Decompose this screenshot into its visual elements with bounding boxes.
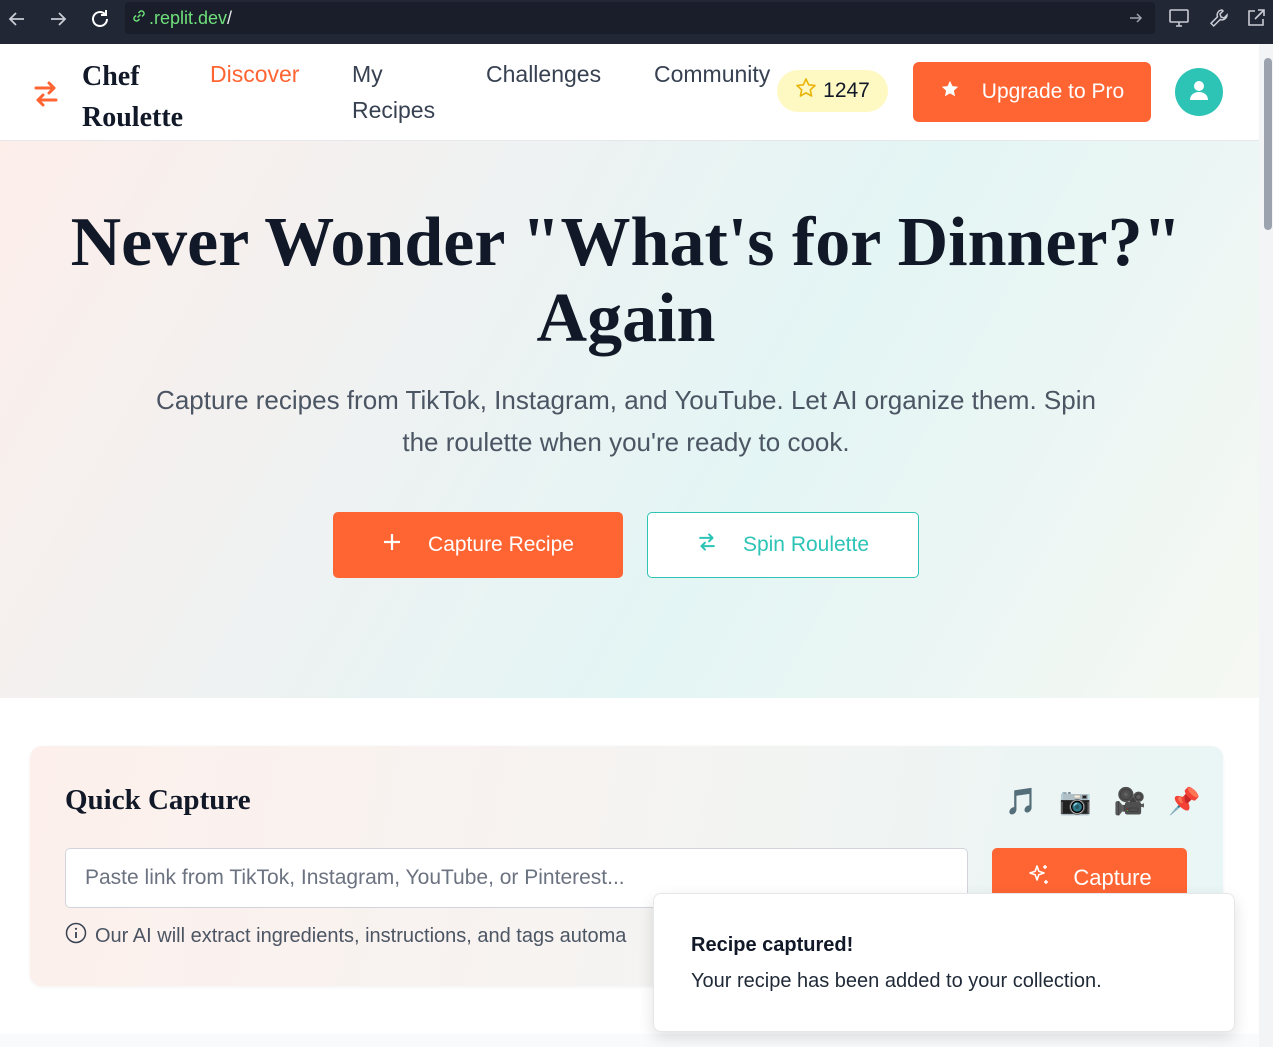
user-icon [1187, 78, 1211, 107]
nav-challenges[interactable]: Challenges [486, 56, 601, 92]
nav-my-recipes[interactable]: My Recipes [352, 56, 462, 128]
ai-note-text: Our AI will extract ingredients, instruc… [95, 924, 627, 947]
capture-recipe-button[interactable]: Capture Recipe [333, 512, 623, 578]
site-header: Chef Roulette Discover My Recipes Challe… [0, 44, 1259, 141]
hero-title-line-1: Never Wonder "What's for Dinner?" [70, 204, 1182, 281]
spin-roulette-label: Spin Roulette [742, 533, 870, 556]
camera-icon: 📷 [1059, 786, 1092, 816]
quick-capture-title: Quick Capture [65, 784, 251, 816]
spin-roulette-button[interactable]: Spin Roulette [647, 512, 919, 578]
toast-title: Recipe captured! [691, 934, 854, 956]
browser-toolbar: .replit.dev / [0, 0, 1273, 44]
back-icon[interactable] [4, 6, 30, 32]
capture-recipe-label: Capture Recipe [428, 533, 574, 556]
upgrade-button[interactable]: Upgrade to Pro [913, 62, 1151, 122]
points-count: 1247 [823, 79, 870, 102]
quick-capture-button-label: Capture [1073, 865, 1152, 890]
nav-community[interactable]: Community [654, 56, 770, 92]
reload-icon[interactable] [87, 6, 113, 32]
wrench-icon[interactable] [1207, 6, 1231, 30]
nav-discover[interactable]: Discover [210, 56, 299, 92]
link-icon [131, 8, 147, 29]
info-icon [65, 922, 87, 950]
upgrade-label: Upgrade to Pro [981, 80, 1125, 103]
shuffle-logo-icon[interactable] [32, 78, 60, 115]
open-external-icon[interactable] [1244, 6, 1268, 30]
ai-extraction-note: Our AI will extract ingredients, instruc… [65, 922, 626, 950]
hero-title-line-2: Again [536, 280, 716, 357]
platform-icons: 🎵 📷 🎥 📌 [1005, 786, 1201, 817]
toast-message: Your recipe has been added to your colle… [691, 970, 1102, 992]
video-camera-icon: 🎥 [1113, 786, 1147, 816]
hero-subtitle-line-2: the roulette when you're ready to cook. [402, 427, 850, 457]
brand-line-2: Roulette [82, 102, 184, 133]
shuffle-icon [697, 531, 717, 559]
points-badge[interactable]: 1247 [777, 70, 888, 112]
pushpin-icon: 📌 [1168, 786, 1201, 816]
next-section-edge [0, 1034, 1259, 1047]
brand-line-1: Chef [82, 61, 140, 92]
star-icon [940, 79, 960, 105]
star-outline-icon [795, 77, 817, 105]
sparkles-icon [1027, 863, 1051, 893]
plus-icon [382, 532, 402, 558]
forward-icon[interactable] [45, 6, 71, 32]
devices-icon[interactable] [1167, 6, 1191, 30]
brand-name[interactable]: Chef Roulette [82, 56, 202, 138]
page-scrollbar-thumb[interactable] [1264, 58, 1272, 230]
hero-subtitle: Capture recipes from TikTok, Instagram, … [120, 379, 1132, 463]
user-avatar[interactable] [1175, 68, 1223, 116]
music-note-icon: 🎵 [1005, 786, 1038, 816]
url-host: .replit.dev [149, 7, 228, 28]
address-bar[interactable]: .replit.dev / [125, 2, 1155, 34]
hero-title: Never Wonder "What's for Dinner?" Again [0, 205, 1252, 357]
toast-notification[interactable]: Recipe captured! Your recipe has been ad… [653, 893, 1235, 1032]
hero-subtitle-line-1: Capture recipes from TikTok, Instagram, … [156, 385, 1096, 415]
url-path: / [227, 7, 233, 28]
go-arrow-icon[interactable] [1124, 6, 1148, 30]
hero-section: Never Wonder "What's for Dinner?" Again … [0, 141, 1259, 698]
